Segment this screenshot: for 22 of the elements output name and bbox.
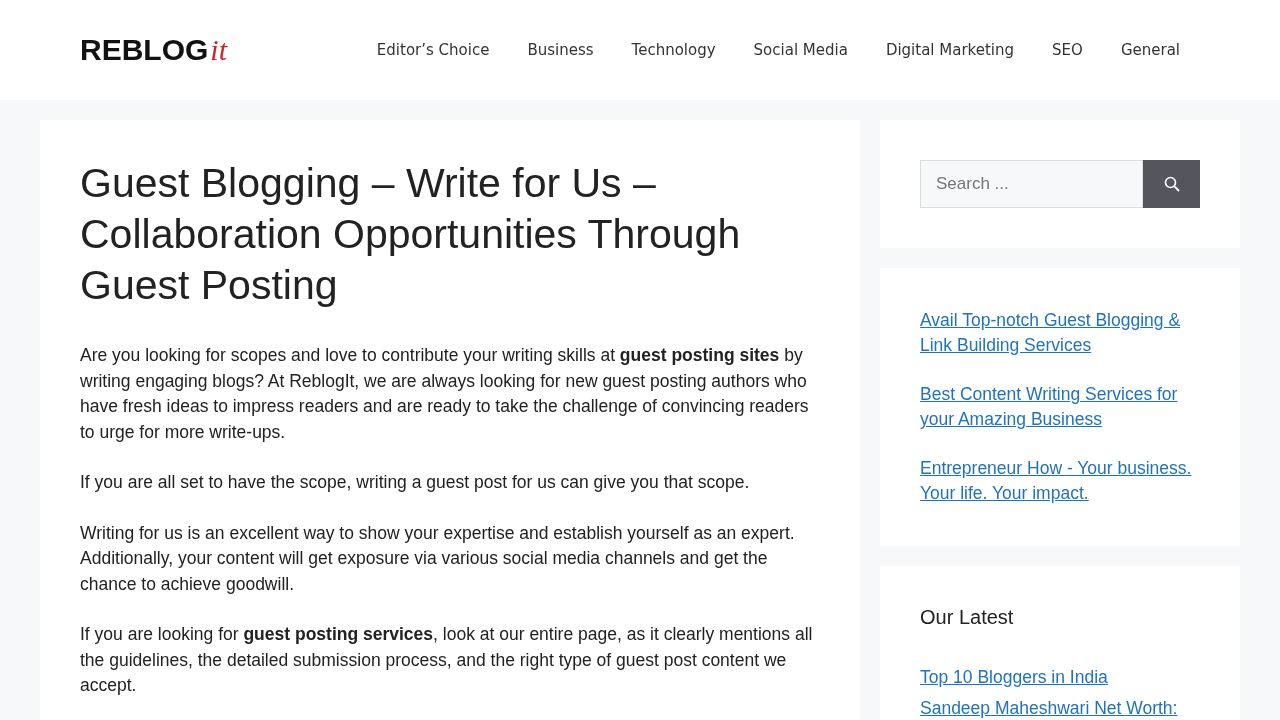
post-link[interactable]: Top 10 Bloggers in India: [920, 665, 1200, 690]
nav-link[interactable]: General: [1120, 41, 1180, 59]
post-link[interactable]: Sandeep Maheshwari Net Worth:: [920, 696, 1200, 720]
article-paragraph: If you are looking for guest posting services, look at our entire page, as it clearly mentions all the guidelines, the detailed submission process, and the right type of guest post content we accept.: [80, 623, 814, 697]
search-field[interactable]: Search ...: [920, 160, 1143, 208]
nav-link[interactable]: Digital Marketing: [885, 41, 1015, 59]
nav-link[interactable]: Technology: [631, 41, 716, 59]
search-button[interactable]: [1143, 160, 1200, 208]
article-title: Guest Blogging – Write for Us – Collaboration Opportunities Through Guest Posting: [80, 159, 742, 310]
sidebar-link[interactable]: Entrepreneur How - Your business. Your life. Your impact.: [920, 456, 1200, 506]
sidebar-link[interactable]: Best Content Writing Services for your Amazing Business: [920, 382, 1200, 432]
sidebar-link[interactable]: Avail Top-notch Guest Blogging & Link Building Services: [920, 308, 1200, 358]
widget-title: Our Latest: [920, 606, 1015, 629]
nav-link[interactable]: SEO: [1052, 41, 1083, 59]
search-icon: [1163, 176, 1180, 192]
nav-link[interactable]: Social Media: [753, 41, 848, 59]
nav-link[interactable]: Editor’s Choice: [376, 41, 490, 59]
article-paragraph: Writing for us is an excellent way to show your expertise and establish yourself as an expert. Additionally, your content will get exposure via various social media channels and get the chance to achieve goodwill.: [80, 521, 796, 596]
nav-link[interactable]: Business: [527, 41, 594, 59]
article-paragraph: If you are all set to have the scope, writing a guest post for us can give you that scope.: [80, 471, 751, 494]
article-paragraph: Are you looking for scopes and love to contribute your writing skills at guest posting sites by writing engaging blogs? At ReblogIt, we are always looking for new guest posting authors who have fresh ideas to impress readers and are ready to take the challenge of convincing readers to urge for more write-ups.: [80, 344, 810, 444]
site-logo[interactable]: REBLOGit: [80, 33, 227, 67]
